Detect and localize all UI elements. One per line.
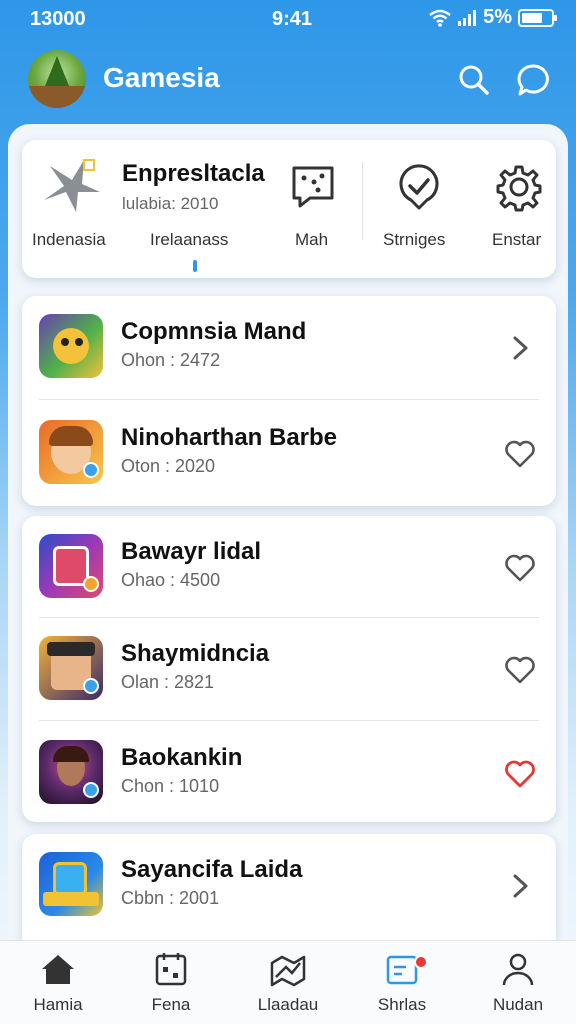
- game-title: Shaymidncia: [121, 640, 270, 667]
- game-row[interactable]: Ninoharthan Barbe Oton : 2020: [22, 402, 556, 506]
- game-thumbnail: [39, 314, 103, 378]
- quick-label-irelaanass: Irelaanass: [150, 230, 229, 249]
- nav-label: Nudan: [492, 995, 544, 1014]
- game-title: Ninoharthan Barbe: [121, 424, 338, 451]
- heart-liked-icon[interactable]: [502, 756, 538, 792]
- game-thumbnail: [39, 534, 103, 598]
- battery-icon: [518, 8, 557, 27]
- game-subtitle: Chon : 1010: [121, 776, 220, 796]
- game-row[interactable]: Baokankin Chon : 1010: [22, 722, 556, 826]
- game-thumbnail: [39, 852, 103, 916]
- game-row[interactable]: Bawayr lidal Ohao : 4500: [22, 516, 556, 620]
- nav-shrlas[interactable]: Shrlas: [352, 951, 452, 1015]
- featured-title: Enpresltacla: [122, 160, 265, 187]
- quick-item-strniges[interactable]: [394, 162, 444, 212]
- game-title: Copmnsia Mand: [121, 318, 307, 345]
- home-icon: [42, 955, 74, 984]
- game-row[interactable]: Sayancifa Laida Cbbn : 2001: [22, 834, 556, 938]
- quick-item-indenasia[interactable]: [38, 156, 104, 216]
- row-divider: [39, 399, 539, 400]
- game-subtitle: Olan : 2821: [121, 672, 215, 692]
- wifi-icon: [429, 9, 451, 27]
- status-left-text: 13000: [30, 8, 86, 30]
- nav-fena[interactable]: Fena: [121, 951, 221, 1015]
- quick-label-indenasia: Indenasia: [32, 230, 106, 249]
- chat-button[interactable]: [514, 60, 554, 100]
- search-button[interactable]: [454, 60, 494, 100]
- quick-item-mah[interactable]: [288, 162, 338, 212]
- game-thumbnail: [39, 420, 103, 484]
- app-title: Gamesia: [103, 62, 220, 93]
- nav-label: Llaadau: [257, 995, 319, 1014]
- game-subtitle: Oton : 2020: [121, 456, 216, 476]
- game-title: Baokankin: [121, 744, 243, 771]
- game-subtitle: Cbbn : 2001: [121, 888, 220, 908]
- chevron-right-icon[interactable]: [502, 868, 538, 904]
- search-icon: [459, 65, 489, 95]
- check-pin-icon: [399, 164, 439, 210]
- notification-badge: [414, 955, 428, 969]
- game-thumbnail: [39, 740, 103, 804]
- game-thumbnail: [39, 636, 103, 700]
- bottom-navigation: Hamia Fena Llaadau Shrlas Nudan: [0, 940, 576, 1024]
- status-bar: 13000 9:41 5%: [0, 0, 576, 40]
- nav-nudan[interactable]: Nudan: [468, 951, 568, 1015]
- quick-panel: Enpresltacla lulabia: 2010 Indenasia Ire…: [22, 140, 556, 278]
- calendar-icon: [155, 953, 187, 986]
- page-indicator: [193, 260, 197, 272]
- heart-outline-icon[interactable]: [502, 550, 538, 586]
- game-subtitle: Ohao : 4500: [121, 570, 221, 590]
- nav-label: Fena: [151, 995, 191, 1014]
- heart-outline-icon[interactable]: [502, 436, 538, 472]
- game-list-card-1: Copmnsia Mand Ohon : 2472 Ninoharthan Ba…: [22, 296, 556, 506]
- quick-label-enstar: Enstar: [492, 230, 542, 249]
- map-icon: [270, 955, 306, 987]
- game-title: Sayancifa Laida: [121, 856, 303, 883]
- gear-icon: [496, 165, 542, 212]
- quick-label-mah: Mah: [295, 230, 329, 249]
- nav-home[interactable]: Hamia: [8, 951, 108, 1015]
- chevron-right-icon[interactable]: [502, 330, 538, 366]
- game-list-card-2: Bawayr lidal Ohao : 4500 Shaymidncia Ola…: [22, 516, 556, 822]
- battery-percent: 5%: [483, 6, 512, 28]
- nav-label: Hamia: [33, 995, 83, 1014]
- game-subtitle: Ohon : 2472: [121, 350, 221, 370]
- game-title: Bawayr lidal: [121, 538, 262, 565]
- heart-outline-icon[interactable]: [502, 652, 538, 688]
- quick-divider: [362, 162, 363, 240]
- nav-llaadau[interactable]: Llaadau: [238, 951, 338, 1015]
- app-logo: [28, 50, 86, 108]
- status-time: 9:41: [272, 8, 313, 30]
- chat-bubble-icon: [517, 64, 549, 96]
- quick-label-strniges: Strniges: [383, 230, 446, 249]
- signal-icon: [458, 9, 477, 26]
- chat-dice-icon: [292, 166, 334, 208]
- nav-label: Shrlas: [377, 995, 427, 1014]
- status-right: 5%: [429, 6, 557, 29]
- game-row[interactable]: Shaymidncia Olan : 2821: [22, 618, 556, 722]
- app-header: Gamesia: [0, 48, 576, 112]
- featured-subtitle: lulabia: 2010: [122, 194, 219, 213]
- game-row[interactable]: Copmnsia Mand Ohon : 2472: [22, 296, 556, 400]
- game-list-card-3: Sayancifa Laida Cbbn : 2001: [22, 834, 556, 954]
- row-divider: [39, 720, 539, 721]
- quick-item-enstar[interactable]: [494, 162, 544, 212]
- star-burst-icon: [44, 159, 100, 212]
- user-icon: [502, 953, 534, 986]
